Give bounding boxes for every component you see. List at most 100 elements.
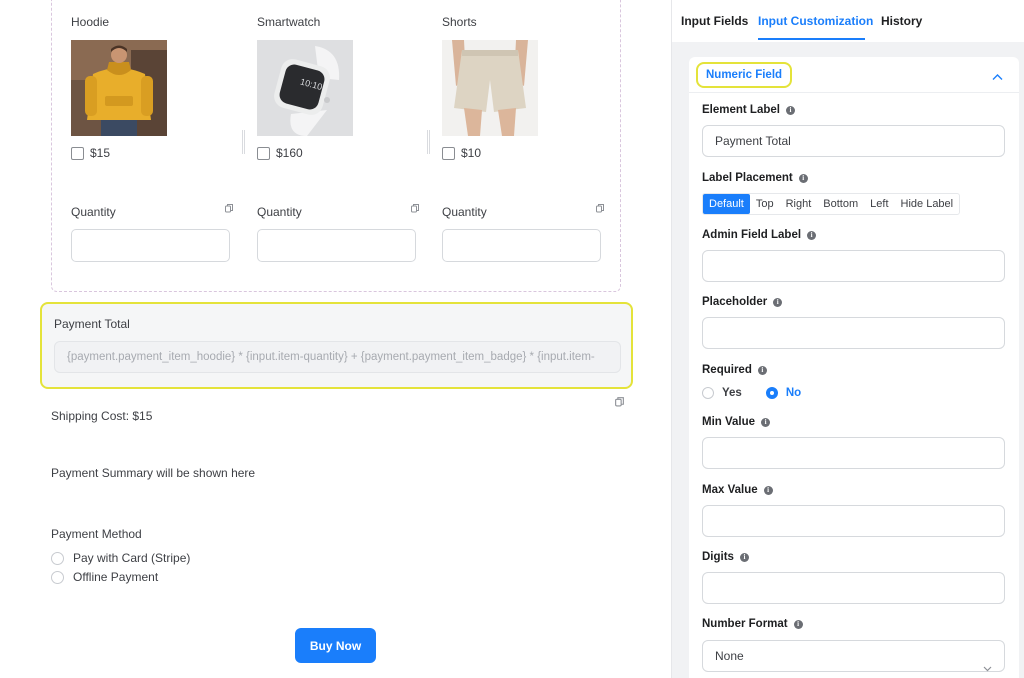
- placement-option-bottom[interactable]: Bottom: [817, 194, 864, 214]
- copy-icon[interactable]: [224, 202, 234, 213]
- max-value-input[interactable]: [702, 505, 1005, 537]
- product-checkbox-shorts[interactable]: [442, 146, 455, 160]
- copy-icon[interactable]: [614, 396, 625, 407]
- panel-tabs: Input Fields Input Customization History: [672, 0, 1024, 42]
- label-placement-heading: Label Placement i: [702, 172, 808, 184]
- copy-icon[interactable]: [410, 202, 420, 213]
- product-name: Hoodie: [71, 15, 110, 29]
- payment-option-label: Pay with Card (Stripe): [73, 551, 191, 565]
- info-icon[interactable]: i: [739, 552, 749, 562]
- info-icon[interactable]: i: [798, 173, 808, 183]
- product-checkbox-smartwatch[interactable]: [257, 146, 270, 160]
- placement-option-hide-label[interactable]: Hide Label: [895, 194, 960, 214]
- active-tab-indicator: [758, 38, 865, 40]
- info-icon[interactable]: i: [761, 417, 771, 427]
- field-label-text: Element Label: [702, 104, 780, 116]
- field-label-text: Min Value: [702, 416, 756, 428]
- required-radio-group: Yes No: [702, 387, 825, 399]
- quantity-input-smartwatch[interactable]: [257, 229, 416, 262]
- min-value-input[interactable]: [702, 437, 1005, 469]
- radio-label: No: [785, 387, 802, 399]
- payment-option-label: Offline Payment: [73, 570, 159, 584]
- smartwatch-image: 10:10: [257, 40, 353, 136]
- settings-panel: Input Fields Input Customization History…: [671, 0, 1024, 678]
- shorts-image: [442, 40, 538, 136]
- product-price-row: $10: [442, 146, 481, 160]
- placeholder-heading: Placeholder i: [702, 296, 783, 308]
- field-label-text: Max Value: [702, 484, 758, 496]
- placement-option-right[interactable]: Right: [780, 194, 818, 214]
- admin-field-label-heading: Admin Field Label i: [702, 229, 817, 241]
- radio-button-selected[interactable]: [765, 387, 778, 399]
- product-price: $10: [461, 146, 482, 160]
- payment-option-stripe[interactable]: Pay with Card (Stripe): [51, 551, 190, 565]
- info-icon[interactable]: i: [763, 485, 773, 495]
- payment-total-field[interactable]: Payment Total {payment.payment_item_hood…: [40, 302, 633, 389]
- digits-heading: Digits i: [702, 551, 749, 563]
- product-grid: Hoodie $15 Quantity Smartwatch 10:10 $16…: [51, 0, 621, 292]
- payment-summary-text: Payment Summary will be shown here: [51, 466, 256, 480]
- product-price: $15: [90, 146, 111, 160]
- quantity-label: Quantity: [71, 205, 116, 219]
- required-heading: Required i: [702, 364, 767, 376]
- field-label-text: Number Format: [702, 618, 788, 630]
- chevron-down-icon: [983, 653, 992, 672]
- payment-option-offline[interactable]: Offline Payment: [51, 570, 158, 584]
- copy-icon[interactable]: [595, 202, 605, 213]
- number-format-heading: Number Format i: [702, 618, 803, 630]
- tab-input-fields[interactable]: Input Fields: [681, 14, 748, 28]
- select-value: None: [715, 649, 744, 663]
- radio-button[interactable]: [51, 570, 64, 584]
- info-icon[interactable]: i: [785, 105, 795, 115]
- column-resize-handle[interactable]: [242, 130, 245, 154]
- element-label-input[interactable]: Payment Total: [702, 125, 1005, 157]
- admin-field-label-input[interactable]: [702, 250, 1005, 282]
- product-checkbox-hoodie[interactable]: [71, 146, 84, 160]
- chevron-up-icon[interactable]: [992, 70, 1003, 80]
- max-value-heading: Max Value i: [702, 484, 773, 496]
- hoodie-image: [71, 40, 167, 136]
- placeholder-input[interactable]: [702, 317, 1005, 349]
- info-icon[interactable]: i: [757, 365, 767, 375]
- field-settings-card: Numeric Field Element Label i Payment To…: [689, 57, 1019, 678]
- quantity-label: Quantity: [442, 205, 487, 219]
- radio-label: Yes: [722, 387, 742, 399]
- required-option-yes[interactable]: Yes: [702, 387, 742, 399]
- payment-total-label: Payment Total: [54, 317, 130, 331]
- payment-method-title: Payment Method: [51, 527, 142, 541]
- info-icon[interactable]: i: [807, 230, 817, 240]
- field-label-text: Required: [702, 364, 752, 376]
- placement-option-left[interactable]: Left: [864, 194, 894, 214]
- product-name: Smartwatch: [257, 15, 321, 29]
- quantity-label: Quantity: [257, 205, 302, 219]
- shipping-cost-text: Shipping Cost: $15: [51, 409, 153, 423]
- tab-history[interactable]: History: [881, 14, 922, 28]
- product-price-row: $160: [257, 146, 303, 160]
- product-price: $160: [276, 146, 303, 160]
- quantity-input-shorts[interactable]: [442, 229, 601, 262]
- tab-input-customization[interactable]: Input Customization: [758, 14, 873, 28]
- product-name: Shorts: [442, 15, 477, 29]
- radio-button[interactable]: [702, 387, 714, 399]
- min-value-heading: Min Value i: [702, 416, 771, 428]
- required-option-no[interactable]: No: [765, 387, 802, 399]
- buy-now-button[interactable]: Buy Now: [295, 628, 376, 663]
- field-label-text: Label Placement: [702, 172, 793, 184]
- field-label-text: Placeholder: [702, 296, 768, 308]
- quantity-input-hoodie[interactable]: [71, 229, 230, 262]
- info-icon[interactable]: i: [793, 619, 803, 629]
- product-price-row: $15: [71, 146, 110, 160]
- field-label-text: Admin Field Label: [702, 229, 802, 241]
- digits-input[interactable]: [702, 572, 1005, 604]
- placement-option-default[interactable]: Default: [703, 194, 750, 214]
- section-header[interactable]: Numeric Field: [689, 57, 1019, 93]
- column-resize-handle[interactable]: [427, 130, 430, 154]
- form-canvas: Hoodie $15 Quantity Smartwatch 10:10 $16…: [0, 0, 671, 678]
- info-icon[interactable]: i: [773, 297, 783, 307]
- placement-option-top[interactable]: Top: [750, 194, 780, 214]
- section-title: Numeric Field: [696, 62, 793, 88]
- element-label-heading: Element Label i: [702, 104, 795, 116]
- number-format-select[interactable]: None: [702, 640, 1005, 672]
- radio-button[interactable]: [51, 551, 64, 565]
- payment-total-formula-input[interactable]: {payment.payment_item_hoodie} * {input.i…: [54, 341, 621, 373]
